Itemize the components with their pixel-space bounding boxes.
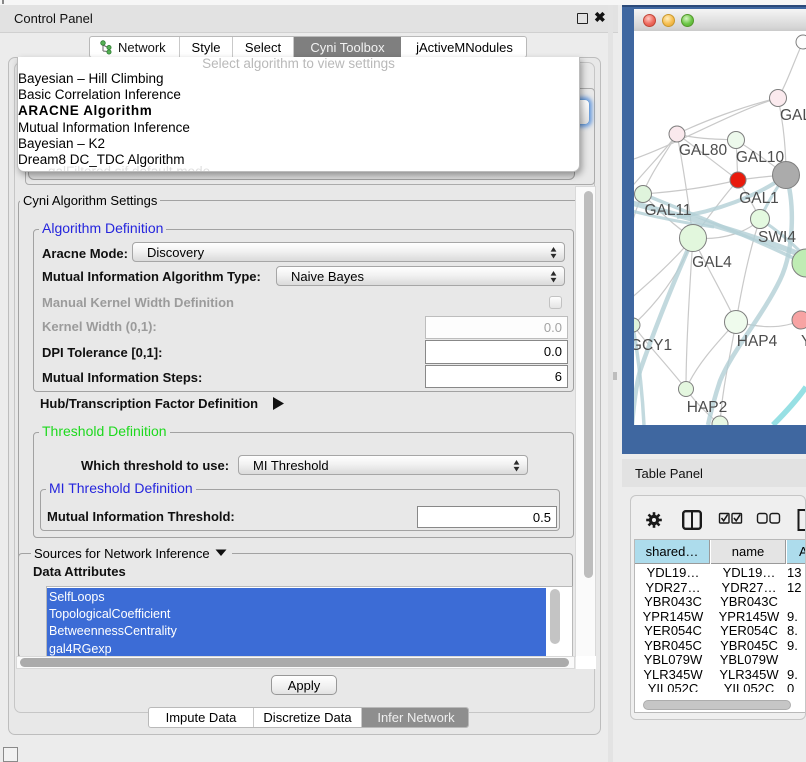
svg-text:SWI4: SWI4: [758, 229, 796, 246]
svg-text:HAP4: HAP4: [737, 333, 778, 350]
svg-text:GAL80: GAL80: [679, 142, 728, 159]
svg-text:GAL10: GAL10: [736, 149, 785, 166]
svg-text:GCY1: GCY1: [634, 337, 672, 354]
svg-text:GAL11: GAL11: [644, 202, 691, 219]
svg-text:Y: Y: [801, 333, 806, 350]
svg-text:GAL: GAL: [780, 107, 806, 124]
svg-text:HAP2: HAP2: [687, 399, 728, 416]
svg-text:GAL1: GAL1: [739, 190, 779, 207]
svg-text:GAL4: GAL4: [692, 254, 732, 271]
